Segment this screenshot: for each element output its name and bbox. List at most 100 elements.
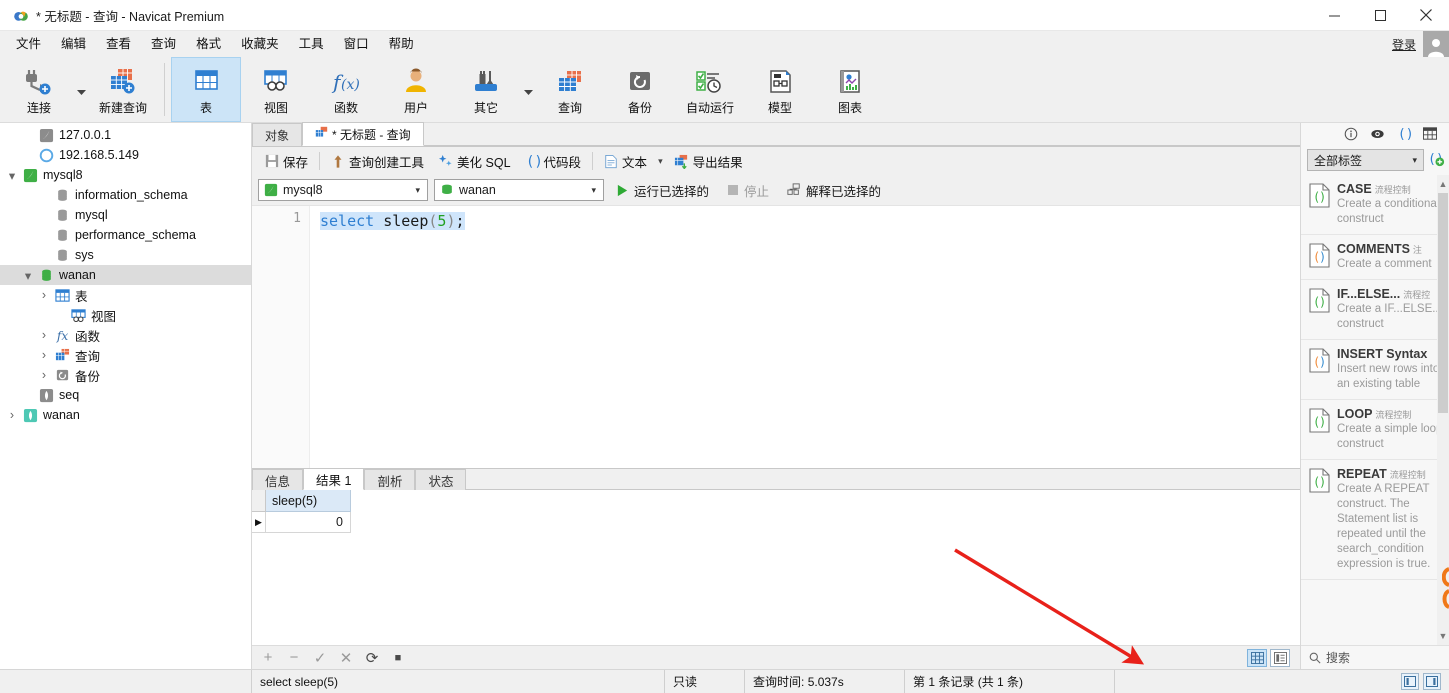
scrollbar-thumb[interactable] xyxy=(1438,193,1448,413)
menu-edit[interactable]: 编辑 xyxy=(51,31,96,57)
menu-help[interactable]: 帮助 xyxy=(379,31,424,57)
ribbon-function[interactable]: f (x) 函数 xyxy=(311,57,381,122)
text-dropdown-caret-icon[interactable]: ▾ xyxy=(654,156,667,167)
run-selected-button[interactable]: 运行已选择的 xyxy=(610,181,715,200)
tree-node-[interactable]: › 表 xyxy=(0,285,251,305)
add-snippet-icon[interactable]: () xyxy=(1428,151,1445,170)
result-tab-result1[interactable]: 结果 1 xyxy=(303,468,365,490)
tree-node-wanan[interactable]: › wanan xyxy=(0,405,251,425)
connection-select[interactable]: mysql8 ▾ xyxy=(258,179,428,201)
info-icon[interactable] xyxy=(1344,127,1358,144)
snippet-list[interactable]: () CASE 流程控制 Create a conditional construct… xyxy=(1301,175,1449,645)
tree-node-seq[interactable]: seq xyxy=(0,385,251,405)
chevron-right-icon[interactable]: › xyxy=(36,288,52,302)
explain-selected-button[interactable]: 解释已选择的 xyxy=(781,181,887,200)
scroll-down-icon[interactable]: ▼ xyxy=(1438,629,1448,643)
form-view-icon[interactable] xyxy=(1270,648,1290,667)
close-button[interactable] xyxy=(1403,0,1449,31)
remove-row-icon[interactable]: − xyxy=(286,649,302,666)
result-tab-status[interactable]: 状态 xyxy=(415,469,467,490)
chevron-right-icon[interactable]: › xyxy=(36,328,52,342)
ribbon-connection[interactable]: 连接 xyxy=(4,57,74,122)
snippet-search[interactable]: 搜索 xyxy=(1301,645,1449,669)
stop-button[interactable]: 停止 xyxy=(721,181,775,200)
menu-tools[interactable]: 工具 xyxy=(289,31,334,57)
navigation-sidebar[interactable]: 127.0.0.1 192.168.5.149 ▾ mysql8 information… xyxy=(0,123,252,669)
stop-icon[interactable]: ■ xyxy=(390,650,406,666)
ribbon-chart[interactable]: 图表 xyxy=(815,57,885,122)
list-item[interactable]: () LOOP 流程控制 Create a simple loop construct xyxy=(1301,400,1449,460)
connection-dropdown-caret-icon[interactable] xyxy=(74,57,88,122)
list-item[interactable]: () IF...ELSE... 流程控 Create a IF...ELSE... c… xyxy=(1301,280,1449,340)
snippet-icon[interactable]: () xyxy=(1397,126,1414,144)
minimize-button[interactable] xyxy=(1311,0,1357,31)
tree-node-[interactable]: 视图 xyxy=(0,305,251,325)
export-result-button[interactable]: 导出结果 xyxy=(667,149,750,173)
tag-filter-select[interactable]: 全部标签 ▾ xyxy=(1307,149,1424,171)
list-item[interactable]: () CASE 流程控制 Create a conditional construct xyxy=(1301,175,1449,235)
sql-code-area[interactable]: select sleep(5); xyxy=(310,206,1300,468)
menu-file[interactable]: 文件 xyxy=(6,31,51,57)
query-builder-button[interactable]: 查询创建工具 xyxy=(324,149,431,173)
menu-window[interactable]: 窗口 xyxy=(334,31,379,57)
chevron-right-icon[interactable]: › xyxy=(36,348,52,362)
avatar[interactable] xyxy=(1423,31,1449,57)
grid-cell[interactable]: 0 xyxy=(266,512,351,533)
tree-node-sys[interactable]: sys xyxy=(0,245,251,265)
menu-view[interactable]: 查看 xyxy=(96,31,141,57)
refresh-icon[interactable]: ⟳ xyxy=(364,650,380,667)
confirm-icon[interactable]: ✓ xyxy=(312,650,328,667)
tree-node-information_schema[interactable]: information_schema xyxy=(0,185,251,205)
ribbon-backup[interactable]: 备份 xyxy=(605,57,675,122)
menu-format[interactable]: 格式 xyxy=(186,31,231,57)
tree-node-wanan[interactable]: ▾ wanan xyxy=(0,265,251,285)
database-select[interactable]: wanan ▾ xyxy=(434,179,604,201)
ribbon-view[interactable]: 视图 xyxy=(241,57,311,122)
ribbon-automation[interactable]: 自动运行 xyxy=(675,57,745,122)
split-vertical-icon[interactable] xyxy=(1401,673,1420,690)
list-item[interactable]: () INSERT Syntax Insert new rows into an e… xyxy=(1301,340,1449,400)
tree-node-[interactable]: › 查询 xyxy=(0,345,251,365)
login-link[interactable]: 登录 xyxy=(1392,36,1416,53)
maximize-button[interactable] xyxy=(1357,0,1403,31)
list-item[interactable]: () COMMENTS 注 Create a comment xyxy=(1301,235,1449,280)
scroll-up-icon[interactable]: ▲ xyxy=(1438,177,1448,191)
chevron-right-icon[interactable]: › xyxy=(36,368,52,382)
tab-query[interactable]: * 无标题 - 查询 xyxy=(302,122,424,146)
ribbon-table[interactable]: 表 xyxy=(171,57,241,122)
result-tab-profile[interactable]: 剖析 xyxy=(364,469,416,490)
menu-favorites[interactable]: 收藏夹 xyxy=(231,31,289,57)
grid-column-header[interactable]: sleep(5) xyxy=(266,490,351,512)
tree-node-performance_schema[interactable]: performance_schema xyxy=(0,225,251,245)
ribbon-new-query[interactable]: 新建查询 xyxy=(88,57,158,122)
ribbon-user[interactable]: 用户 xyxy=(381,57,451,122)
tree-node-1921685149[interactable]: 192.168.5.149 xyxy=(0,145,251,165)
ribbon-model[interactable]: 模型 xyxy=(745,57,815,122)
tree-node-mysql8[interactable]: ▾ mysql8 xyxy=(0,165,251,185)
beautify-sql-button[interactable]: 美化 SQL xyxy=(431,149,518,173)
text-view-button[interactable]: 文本 xyxy=(597,149,654,173)
tree-node-[interactable]: › 备份 xyxy=(0,365,251,385)
ribbon-other[interactable]: 其它 xyxy=(451,57,521,122)
other-dropdown-caret-icon[interactable] xyxy=(521,57,535,122)
split-horizontal-icon[interactable] xyxy=(1423,673,1442,690)
list-item[interactable]: () REPEAT 流程控制 Create A REPEAT construct. T… xyxy=(1301,460,1449,580)
tree-node-[interactable]: › fx 函数 xyxy=(0,325,251,345)
ribbon-query[interactable]: 查询 xyxy=(535,57,605,122)
snippet-button[interactable]: () 代码段 xyxy=(518,149,589,173)
result-tab-info[interactable]: 信息 xyxy=(252,469,304,490)
preview-icon[interactable] xyxy=(1370,127,1385,144)
result-grid[interactable]: sleep(5) ▶ 0 xyxy=(252,490,1300,645)
grid-view-icon[interactable] xyxy=(1247,648,1267,667)
save-button[interactable]: 保存 xyxy=(258,149,315,173)
structure-icon[interactable] xyxy=(1422,127,1438,143)
chevron-down-icon[interactable]: ▾ xyxy=(20,268,36,283)
tab-objects[interactable]: 对象 xyxy=(252,123,303,146)
table-row[interactable]: ▶ 0 xyxy=(252,512,1300,533)
tree-node-mysql[interactable]: mysql xyxy=(0,205,251,225)
tree-node-127001[interactable]: 127.0.0.1 xyxy=(0,125,251,145)
chevron-right-icon[interactable]: › xyxy=(4,408,20,422)
chevron-down-icon[interactable]: ▾ xyxy=(4,168,20,183)
add-row-icon[interactable]: + xyxy=(260,649,276,666)
sql-editor[interactable]: 1 select sleep(5); xyxy=(252,205,1300,468)
